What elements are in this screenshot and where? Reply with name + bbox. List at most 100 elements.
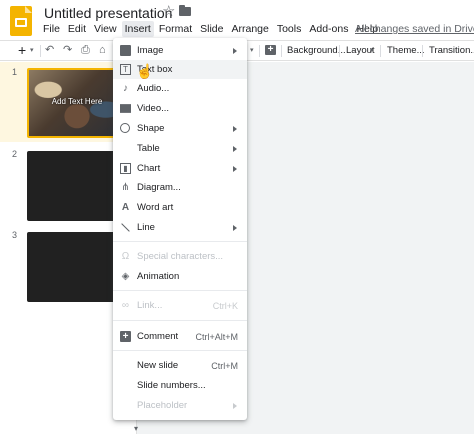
undo-icon[interactable]: ↶ bbox=[45, 41, 54, 60]
transition-button[interactable]: Transition... bbox=[429, 41, 474, 60]
new-slide-button[interactable]: + bbox=[18, 41, 26, 60]
insert-new-slide-item[interactable]: New slide Ctrl+M bbox=[113, 356, 247, 375]
shape-icon bbox=[120, 123, 130, 133]
insert-animation-item[interactable]: ◈ Animation bbox=[113, 267, 247, 286]
insert-video-item[interactable]: Video... bbox=[113, 99, 247, 118]
menu-item-label: Diagram... bbox=[137, 182, 181, 193]
menu-item-label: Shape bbox=[137, 123, 165, 134]
document-title[interactable]: Untitled presentation bbox=[44, 5, 172, 21]
background-button[interactable]: Background... bbox=[287, 41, 346, 60]
insert-table-item[interactable]: Table bbox=[113, 139, 247, 158]
star-icon[interactable]: ☆ bbox=[162, 3, 175, 21]
menu-view[interactable]: View bbox=[91, 21, 120, 37]
submenu-arrow-icon bbox=[233, 126, 237, 132]
comment-icon: + bbox=[120, 331, 131, 342]
toolbar-divider bbox=[281, 45, 282, 57]
scroll-down-arrow-icon[interactable]: ▾ bbox=[134, 424, 138, 433]
insert-slide-numbers-item[interactable]: Slide numbers... bbox=[113, 376, 247, 395]
video-icon bbox=[120, 104, 131, 113]
menu-item-label: Slide numbers... bbox=[137, 380, 206, 391]
paint-format-icon[interactable]: ⌂ bbox=[99, 41, 106, 60]
menu-item-label: Line bbox=[137, 222, 155, 233]
menu-divider bbox=[113, 290, 247, 291]
insert-comment-item[interactable]: + Comment Ctrl+Alt+M bbox=[113, 327, 247, 346]
new-slide-dropdown-icon[interactable]: ▾ bbox=[30, 41, 34, 60]
menu-addons[interactable]: Add-ons bbox=[306, 21, 351, 37]
insert-audio-item[interactable]: ♪ Audio... bbox=[113, 79, 247, 98]
submenu-arrow-icon bbox=[233, 166, 237, 172]
insert-image-item[interactable]: Image bbox=[113, 41, 247, 60]
slide-number: 3 bbox=[12, 230, 18, 240]
toolbar-divider bbox=[339, 45, 340, 57]
mouse-pointer-icon: ☝ bbox=[136, 63, 154, 79]
insert-diagram-item[interactable]: ⋔ Diagram... bbox=[113, 178, 247, 197]
menu-item-label: Link... bbox=[137, 300, 163, 311]
menu-item-label: Video... bbox=[137, 103, 170, 114]
slide-thumbnail-3[interactable] bbox=[27, 232, 127, 302]
menu-item-label: Special characters... bbox=[137, 251, 224, 262]
toolbar-divider bbox=[40, 45, 41, 57]
menu-divider bbox=[113, 350, 247, 351]
menu-item-label: Placeholder bbox=[137, 400, 188, 411]
menu-format[interactable]: Format bbox=[156, 21, 195, 37]
toolbar-divider bbox=[259, 45, 260, 57]
line-dropdown-icon[interactable]: ▾ bbox=[250, 41, 254, 60]
save-status-link[interactable]: All changes saved in Drive bbox=[355, 23, 474, 35]
menu-divider bbox=[113, 241, 247, 242]
menu-insert[interactable]: Insert bbox=[121, 21, 154, 37]
menu-item-label: New slide bbox=[137, 360, 179, 371]
menu-tools[interactable]: Tools bbox=[274, 21, 305, 37]
menu-divider bbox=[113, 320, 247, 321]
insert-text-box-item[interactable]: T Text box bbox=[113, 60, 247, 79]
layout-dropdown-icon[interactable]: ▾ bbox=[370, 41, 374, 60]
slide-number: 2 bbox=[12, 149, 18, 159]
insert-chart-item[interactable]: ▮ Chart bbox=[113, 159, 247, 178]
slide-caption: Add Text Here bbox=[51, 97, 103, 106]
insert-line-item[interactable]: Line bbox=[113, 218, 247, 237]
slide-thumbnail-2[interactable] bbox=[27, 151, 127, 221]
menu-item-label: Table bbox=[137, 143, 160, 154]
toolbar-divider bbox=[380, 45, 381, 57]
link-icon: ∞ bbox=[121, 300, 130, 311]
insert-placeholder-item[interactable]: Placeholder bbox=[113, 396, 247, 415]
menu-arrange[interactable]: Arrange bbox=[228, 21, 271, 37]
submenu-arrow-icon bbox=[233, 48, 237, 54]
insert-link-item[interactable]: ∞ Link... Ctrl+K bbox=[113, 296, 247, 315]
menu-item-label: Animation bbox=[137, 271, 180, 282]
submenu-arrow-icon bbox=[233, 225, 237, 231]
toolbar-divider bbox=[422, 45, 423, 57]
menu-item-label: Comment bbox=[137, 331, 179, 342]
menu-shortcut: Ctrl+M bbox=[211, 360, 238, 371]
slide-thumbnail-1[interactable]: Add Text Here bbox=[27, 68, 127, 138]
menu-edit[interactable]: Edit bbox=[65, 21, 89, 37]
menu-bar: File Edit View Insert Format Slide Arran… bbox=[40, 21, 383, 37]
menu-shortcut: Ctrl+Alt+M bbox=[195, 331, 238, 342]
audio-icon: ♪ bbox=[123, 83, 128, 94]
animation-icon: ◈ bbox=[121, 271, 130, 282]
move-to-folder-icon[interactable] bbox=[179, 5, 191, 16]
insert-shape-item[interactable]: Shape bbox=[113, 119, 247, 138]
slides-logo-icon[interactable] bbox=[10, 6, 32, 36]
print-icon[interactable]: ⎙ bbox=[81, 41, 90, 60]
diagram-icon: ⋔ bbox=[121, 182, 130, 193]
menu-item-label: Chart bbox=[137, 163, 161, 174]
chart-icon: ▮ bbox=[120, 163, 131, 174]
insert-special-characters-item[interactable]: Ω Special characters... bbox=[113, 247, 247, 266]
insert-menu: Image T Text box ♪ Audio... Video... Sha… bbox=[113, 38, 247, 420]
line-icon bbox=[121, 223, 130, 232]
menu-item-label: Audio... bbox=[137, 83, 170, 94]
menu-file[interactable]: File bbox=[40, 21, 63, 37]
submenu-arrow-icon bbox=[233, 403, 237, 409]
submenu-arrow-icon bbox=[233, 146, 237, 152]
word-art-icon: A bbox=[121, 202, 130, 213]
menu-shortcut: Ctrl+K bbox=[212, 300, 238, 311]
omega-icon: Ω bbox=[121, 251, 130, 262]
redo-icon[interactable]: ↷ bbox=[63, 41, 72, 60]
slide-number: 1 bbox=[12, 67, 18, 77]
menu-slide[interactable]: Slide bbox=[197, 21, 226, 37]
textbox-icon: T bbox=[120, 64, 131, 75]
add-comment-icon[interactable]: + bbox=[265, 45, 276, 55]
menu-item-label: Image bbox=[137, 45, 164, 56]
insert-word-art-item[interactable]: A Word art bbox=[113, 198, 247, 217]
theme-button[interactable]: Theme... bbox=[387, 41, 425, 60]
